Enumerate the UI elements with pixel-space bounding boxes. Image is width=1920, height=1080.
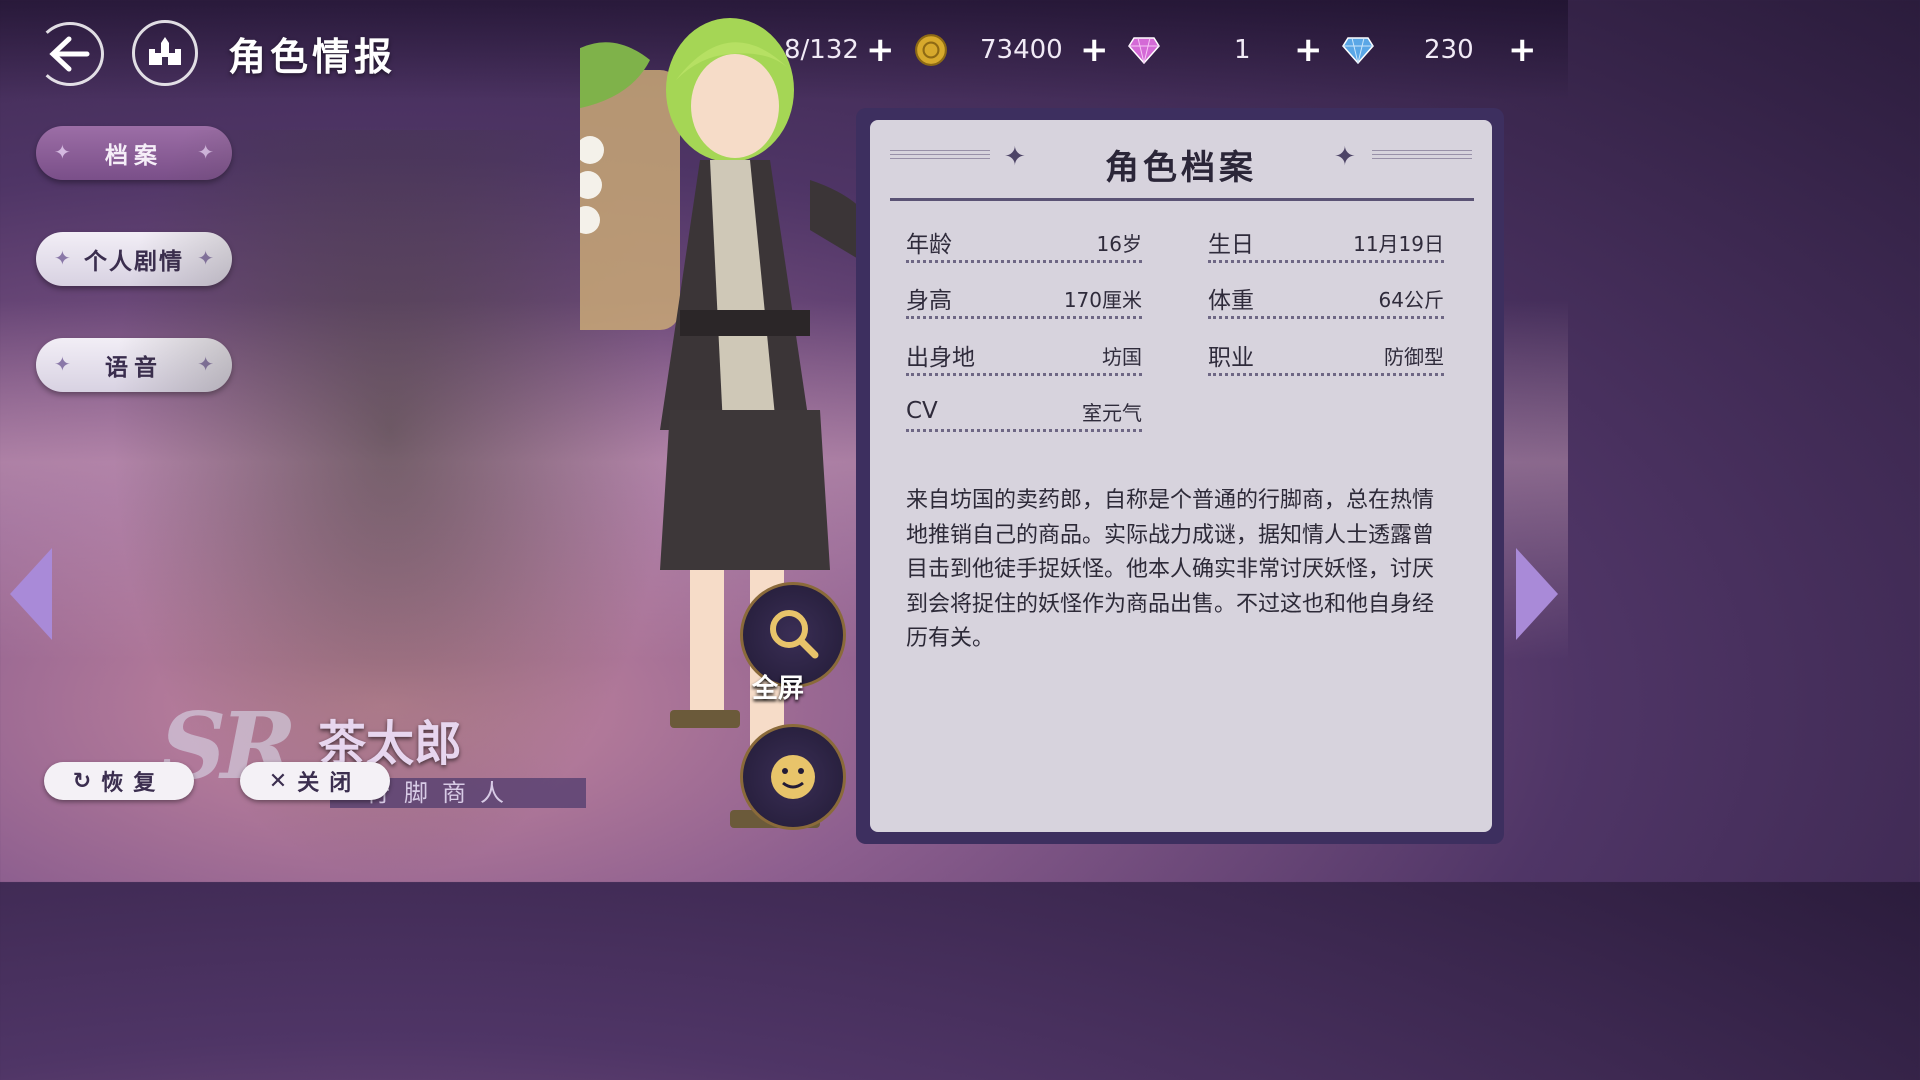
stat-origin: 出身地 坊国 (906, 337, 1142, 376)
pink-gem-add-button[interactable]: + (1294, 30, 1323, 70)
stat-value: 坊国 (1102, 344, 1142, 369)
fullscreen-label: 全屏 (752, 674, 805, 704)
stat-cv: CV 室元气 (906, 393, 1142, 432)
star-icon: ✦ (54, 352, 71, 376)
plus-icon: + (1508, 30, 1537, 70)
stat-label: 生日 (1208, 232, 1254, 258)
back-arrow-icon (49, 36, 90, 72)
back-button[interactable] (36, 22, 104, 86)
character-description: 来自坊国的卖药郎，自称是个普通的行脚商，总在热情地推销自己的商品。实际战力成谜，… (906, 488, 1435, 651)
home-button[interactable] (132, 20, 198, 86)
close-icon: ✕ (268, 768, 288, 794)
coin-icon (915, 34, 947, 66)
pink-gem-icon (1128, 37, 1160, 64)
blue-gem-add-button[interactable]: + (1508, 30, 1537, 70)
star-icon: ✦ (54, 246, 71, 270)
smiley-icon (771, 755, 815, 799)
coin-counter: 73400 (914, 30, 1063, 70)
restore-button[interactable]: ↻ 恢复 (44, 762, 194, 800)
profile-title: 角色档案 (1105, 148, 1257, 188)
stat-value: 170厘米 (1063, 287, 1142, 312)
stat-value: 11月19日 (1353, 231, 1444, 256)
stat-weight: 体重 64公斤 (1208, 280, 1444, 319)
expression-button[interactable] (740, 724, 846, 830)
blue-gem-counter: 230 (1342, 30, 1474, 70)
stat-label: 出身地 (906, 345, 975, 371)
close-label: 关闭 (297, 771, 362, 796)
stat-class: 职业 防御型 (1208, 337, 1444, 376)
stat-height: 身高 170厘米 (906, 280, 1142, 319)
coin-add-button[interactable]: + (1080, 30, 1109, 70)
close-button[interactable]: ✕ 关闭 (240, 762, 390, 800)
divider (890, 198, 1474, 201)
star-icon: ✦ (54, 140, 71, 164)
coin-value: 73400 (980, 35, 1063, 65)
stat-label: 身高 (906, 288, 952, 314)
profile-panel: ✦ ✦ 角色档案 年龄 16岁 生日 11月19日 身高 170厘米 体重 64… (870, 120, 1492, 832)
stat-value: 室元气 (1082, 400, 1142, 425)
stat-value: 64公斤 (1378, 287, 1444, 312)
previous-character-arrow[interactable] (10, 548, 52, 640)
refresh-icon: ↻ (72, 768, 92, 794)
stat-label: CV (906, 398, 938, 424)
page-title: 角色情报 (228, 35, 397, 79)
blue-gem-icon (1342, 37, 1374, 64)
stat-value: 防御型 (1384, 344, 1444, 369)
blue-gem-value: 230 (1424, 35, 1474, 65)
stat-label: 年龄 (906, 232, 952, 258)
pink-gem-counter: 1 (1128, 30, 1251, 70)
plus-icon: + (1294, 30, 1323, 70)
plus-icon: + (1080, 30, 1109, 70)
stat-value: 16岁 (1096, 231, 1142, 256)
next-character-arrow[interactable] (1516, 548, 1558, 640)
castle-icon (149, 37, 181, 65)
pink-gem-value: 1 (1234, 35, 1251, 65)
stat-birthday: 生日 11月19日 (1208, 224, 1444, 263)
stat-label: 体重 (1208, 288, 1254, 314)
stat-label: 职业 (1208, 345, 1254, 371)
restore-label: 恢复 (101, 771, 166, 796)
stat-age: 年龄 16岁 (906, 224, 1142, 263)
